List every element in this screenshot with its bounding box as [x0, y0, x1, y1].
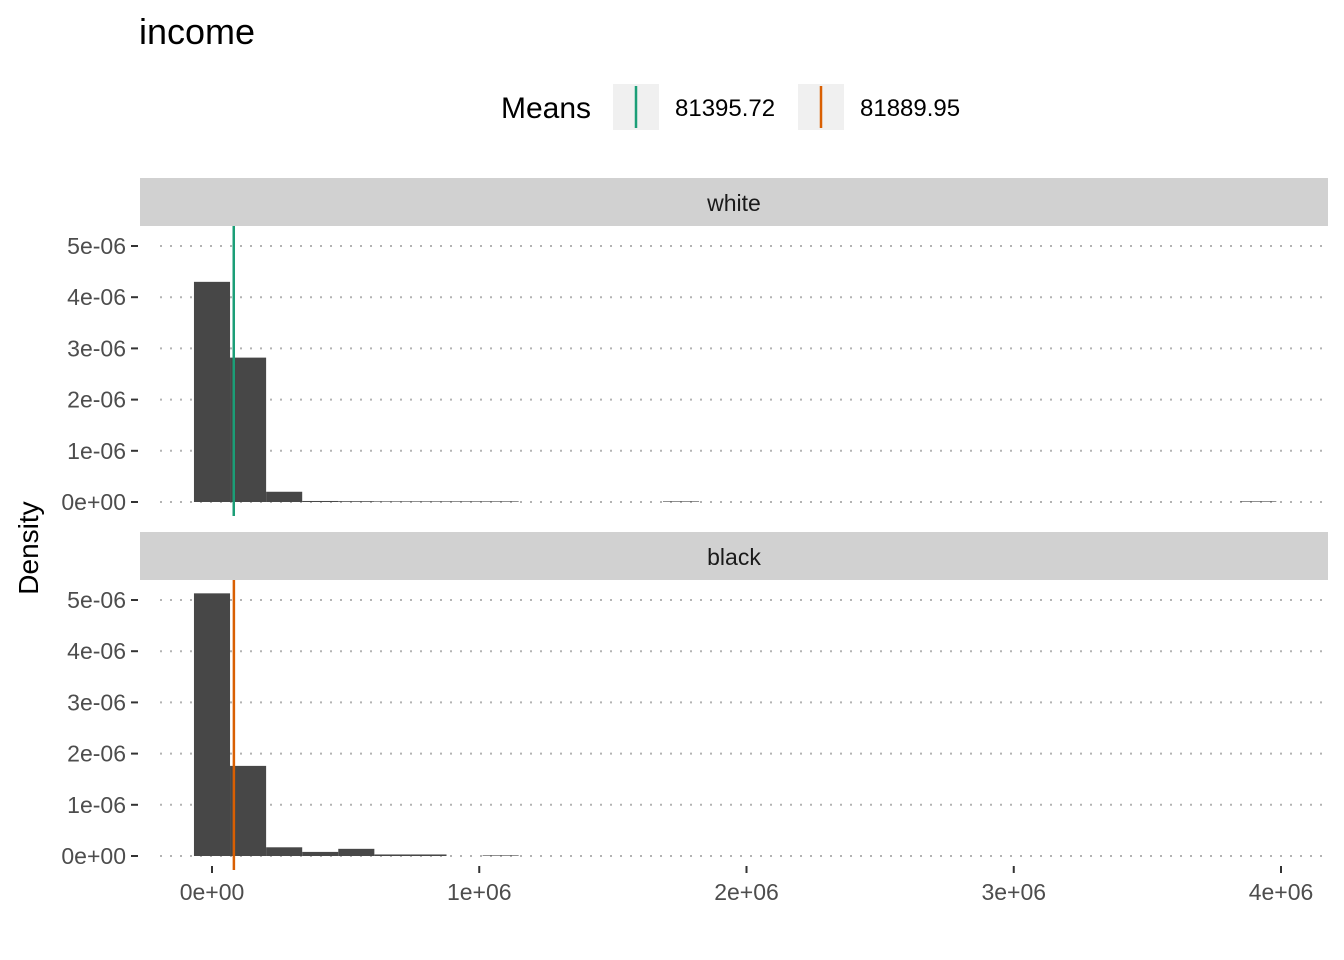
- histogram-bar: [410, 501, 447, 502]
- histogram-bar: [338, 501, 375, 502]
- facet-strip-label-white: white: [706, 190, 761, 216]
- y-tick-label: 3e-06: [67, 335, 126, 361]
- y-tick-label: 5e-06: [67, 233, 126, 259]
- histogram-bar: [230, 357, 267, 502]
- histogram-bar: [374, 501, 411, 502]
- histogram-bar: [374, 854, 411, 856]
- legend: Means 81395.72 81889.95: [501, 84, 960, 130]
- histogram-bar: [193, 281, 231, 502]
- y-tick-label: 0e+00: [61, 489, 126, 515]
- legend-entries: 81395.72 81889.95: [613, 84, 960, 130]
- y-tick-label: 0e+00: [61, 843, 126, 869]
- facet-panels: white0e+001e-062e-063e-064e-065e-06black…: [61, 178, 1328, 870]
- y-tick-label: 1e-06: [67, 792, 126, 818]
- y-tick-label: 1e-06: [67, 438, 126, 464]
- histogram-bar: [193, 593, 231, 856]
- x-tick-label: 0e+00: [180, 879, 245, 905]
- x-tick-label: 3e+06: [981, 879, 1046, 905]
- x-tick-label: 2e+06: [714, 879, 779, 905]
- histogram-bar: [662, 501, 700, 502]
- x-axis: 0e+00 1e+06 2e+06 3e+06 4e+06: [180, 866, 1314, 905]
- histogram-bar: [482, 855, 519, 856]
- histogram-bar: [410, 854, 447, 856]
- legend-label-1: 81395.72: [675, 95, 775, 122]
- y-axis-title: Density: [13, 501, 44, 594]
- histogram-bar: [482, 501, 519, 502]
- legend-title: Means: [501, 92, 591, 125]
- chart-title: income: [139, 11, 255, 52]
- y-tick-label: 4e-06: [67, 284, 126, 310]
- y-tick-label: 5e-06: [67, 587, 126, 613]
- facet-panel-white: white 0e+00 1e-06 2e-06 3e-06 4e-06 5e-06: [61, 178, 1328, 516]
- legend-label-2: 81889.95: [860, 95, 960, 122]
- histogram-bar: [446, 501, 483, 502]
- y-tick-label: 3e-06: [67, 689, 126, 715]
- histogram-bar: [266, 847, 303, 856]
- facet-strip-label-black: black: [707, 544, 761, 570]
- y-tick-label: 2e-06: [67, 387, 126, 413]
- y-tick-label: 4e-06: [67, 638, 126, 664]
- faceted-histogram-chart: income Means 81395.72 81889.95 white 0e+00…: [13, 11, 1328, 905]
- histogram-bar: [1240, 501, 1277, 502]
- histogram-bar: [230, 765, 267, 856]
- x-tick-label: 4e+06: [1249, 879, 1314, 905]
- histogram-bar: [302, 500, 339, 502]
- x-tick-label: 1e+06: [447, 879, 512, 905]
- histogram-bar: [266, 491, 303, 502]
- histogram-bar: [302, 851, 339, 856]
- y-tick-label: 2e-06: [67, 741, 126, 767]
- histogram-bar: [338, 848, 375, 856]
- facet-panel-black: black 0e+00 1e-06 2e-06 3e-06 4e-06 5e-06: [61, 532, 1328, 870]
